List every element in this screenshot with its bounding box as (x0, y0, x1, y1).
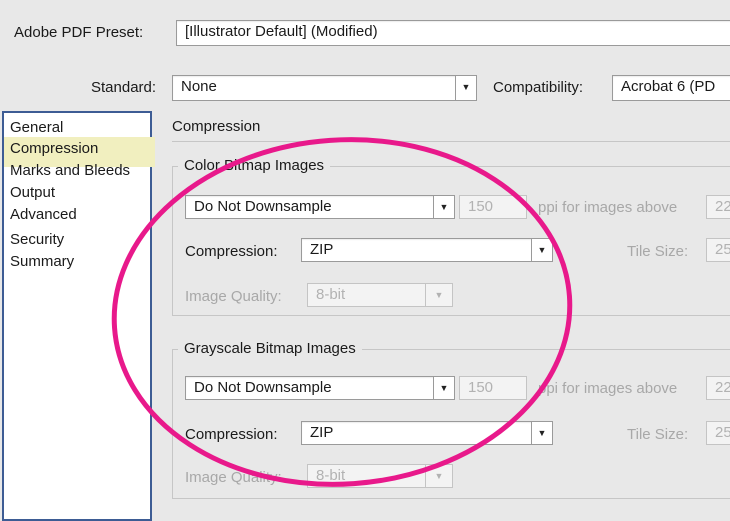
grayscale-quality-dropdown[interactable]: 8-bit ▼ (307, 464, 453, 488)
chevron-down-icon: ▼ (425, 284, 452, 306)
sidebar-item-summary[interactable]: Summary (10, 253, 74, 271)
color-compression-value: ZIP (310, 241, 334, 258)
compatibility-label: Compatibility: (493, 79, 584, 96)
sidebar-item-compression[interactable]: Compression (10, 140, 98, 158)
sidebar-item-general[interactable]: General (10, 119, 63, 137)
grayscale-ppi-above-input[interactable]: 22 (706, 376, 730, 400)
section-divider (172, 141, 730, 142)
chevron-down-icon: ▼ (433, 196, 454, 218)
grayscale-compression-label: Compression: (185, 426, 278, 443)
standard-dropdown[interactable]: None ▼ (172, 75, 477, 101)
grayscale-tile-size-label: Tile Size: (627, 426, 689, 443)
color-compression-dropdown[interactable]: ZIP ▼ (301, 238, 553, 262)
color-ppi-above-input[interactable]: 22 (706, 195, 730, 219)
sidebar-item-security[interactable]: Security (10, 231, 64, 249)
standard-value: None (181, 78, 217, 95)
section-title: Compression (172, 118, 261, 135)
sidebar-item-marks-and-bleeds[interactable]: Marks and Bleeds (10, 162, 130, 180)
grayscale-downsample-value: Do Not Downsample (194, 379, 332, 396)
color-compression-label: Compression: (185, 243, 278, 260)
color-tile-size-label: Tile Size: (627, 243, 689, 260)
compatibility-dropdown[interactable]: Acrobat 6 (PD (612, 75, 730, 101)
grayscale-tile-size-input[interactable]: 25 (706, 421, 730, 445)
grayscale-compression-value: ZIP (310, 424, 334, 441)
grayscale-downsample-dropdown[interactable]: Do Not Downsample ▼ (185, 376, 455, 400)
grayscale-compression-dropdown[interactable]: ZIP ▼ (301, 421, 553, 445)
preset-dropdown[interactable]: [Illustrator Default] (Modified) (176, 20, 730, 46)
grayscale-ppi-label: ppi for images above (538, 380, 678, 397)
color-group-title: Color Bitmap Images (178, 157, 331, 174)
grayscale-group-title: Grayscale Bitmap Images (178, 340, 362, 357)
color-tile-size-input[interactable]: 25 (706, 238, 730, 262)
standard-label: Standard: (91, 79, 157, 96)
sidebar-item-advanced[interactable]: Advanced (10, 206, 77, 224)
color-ppi-input[interactable]: 150 (459, 195, 527, 219)
grayscale-ppi-input[interactable]: 150 (459, 376, 527, 400)
chevron-down-icon: ▼ (433, 377, 454, 399)
color-quality-dropdown[interactable]: 8-bit ▼ (307, 283, 453, 307)
preset-label: Adobe PDF Preset: (14, 24, 144, 41)
color-downsample-dropdown[interactable]: Do Not Downsample ▼ (185, 195, 455, 219)
chevron-down-icon: ▼ (531, 422, 552, 444)
preset-value: [Illustrator Default] (Modified) (185, 23, 378, 40)
compatibility-value: Acrobat 6 (PD (621, 78, 716, 95)
color-quality-label: Image Quality: (185, 288, 282, 305)
grayscale-quality-label: Image Quality: (185, 469, 282, 486)
chevron-down-icon: ▼ (455, 76, 476, 100)
color-downsample-value: Do Not Downsample (194, 198, 332, 215)
sidebar-item-output[interactable]: Output (10, 184, 55, 202)
chevron-down-icon: ▼ (425, 465, 452, 487)
chevron-down-icon: ▼ (531, 239, 552, 261)
color-ppi-label: ppi for images above (538, 199, 678, 216)
